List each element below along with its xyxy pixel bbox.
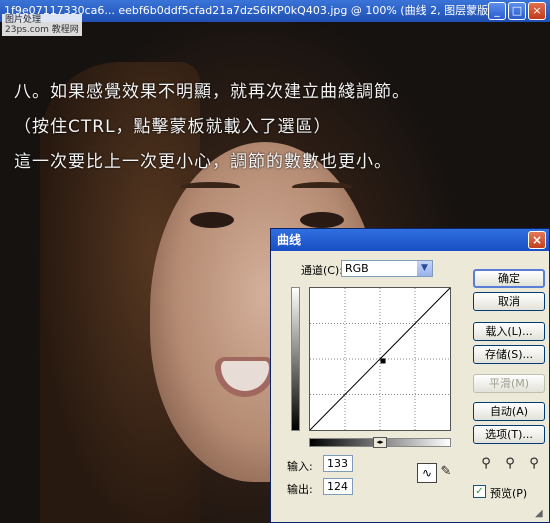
cancel-button[interactable]: 取消 — [473, 292, 545, 311]
curve-control-point[interactable] — [380, 358, 386, 364]
curves-graph[interactable] — [309, 287, 451, 431]
auto-button[interactable]: 自动(A) — [473, 402, 545, 421]
gray-eyedropper-icon[interactable]: ⚲ — [501, 455, 519, 473]
close-button[interactable]: × — [528, 2, 546, 20]
window-controls: _ □ × — [488, 2, 546, 20]
tutorial-text-line3: 這一次要比上一次更小心，調節的數數也更小。 — [14, 152, 392, 172]
right-eyebrow — [292, 182, 352, 192]
load-button[interactable]: 载入(L)... — [473, 322, 545, 341]
ok-button[interactable]: 确定 — [473, 269, 545, 288]
left-eyebrow — [180, 182, 240, 192]
right-eye — [300, 212, 344, 228]
smooth-button[interactable]: 平滑(M) — [473, 374, 545, 393]
curve-tool-icon[interactable]: ∿ — [417, 463, 437, 483]
curves-dialog-title: 曲线 — [277, 233, 302, 247]
output-value-field[interactable]: 124 — [323, 478, 353, 495]
options-button[interactable]: 选项(T)... — [473, 425, 545, 444]
site-watermark: 图片处理 23ps.com 教程网 — [2, 14, 82, 36]
minimize-button[interactable]: _ — [488, 2, 506, 20]
channel-select[interactable]: RGB ▼ — [341, 260, 433, 277]
gradient-toggle-arrows-icon[interactable]: ◂▸ — [373, 437, 387, 448]
chevron-down-icon[interactable]: ▼ — [417, 261, 432, 276]
pencil-icon[interactable]: ✎ — [437, 463, 455, 481]
input-label: 输入: — [287, 460, 313, 473]
output-label: 输出: — [287, 483, 313, 496]
input-value-field[interactable]: 133 — [323, 455, 353, 472]
document-titlebar[interactable]: 1f9e07117330ca6... eebf6b0ddf5cfad21a7dz… — [0, 0, 550, 22]
white-eyedropper-icon[interactable]: ⚲ — [525, 455, 543, 473]
save-button[interactable]: 存储(S)... — [473, 345, 545, 364]
black-eyedropper-icon[interactable]: ⚲ — [477, 455, 495, 473]
curves-dialog-titlebar[interactable]: 曲线 × — [271, 229, 549, 251]
maximize-button[interactable]: □ — [508, 2, 526, 20]
watermark-line1: 图片处理 — [5, 15, 42, 25]
left-eye — [190, 212, 234, 228]
dialog-close-button[interactable]: × — [528, 231, 546, 249]
preview-label: 预览(P) — [490, 487, 528, 500]
curves-dialog: 曲线 × 通道(C): RGB ▼ ◂▸ 确定 取消 载入(L)... 存储(S… — [270, 228, 550, 523]
curve-plot[interactable] — [310, 288, 450, 430]
output-gradient-bar — [291, 287, 300, 431]
channel-value: RGB — [345, 262, 369, 275]
resize-grip-icon[interactable]: ◢ — [535, 508, 547, 520]
tutorial-text-line2: （按住CTRL，點擊蒙板就載入了選區） — [14, 117, 332, 137]
tutorial-text-line1: 八。如果感覺效果不明顯，就再次建立曲綫調節。 — [14, 82, 410, 102]
preview-checkbox[interactable]: ✓ — [473, 485, 486, 498]
watermark-line2: 23ps.com 教程网 — [5, 25, 79, 35]
channel-label: 通道(C): — [301, 264, 343, 277]
